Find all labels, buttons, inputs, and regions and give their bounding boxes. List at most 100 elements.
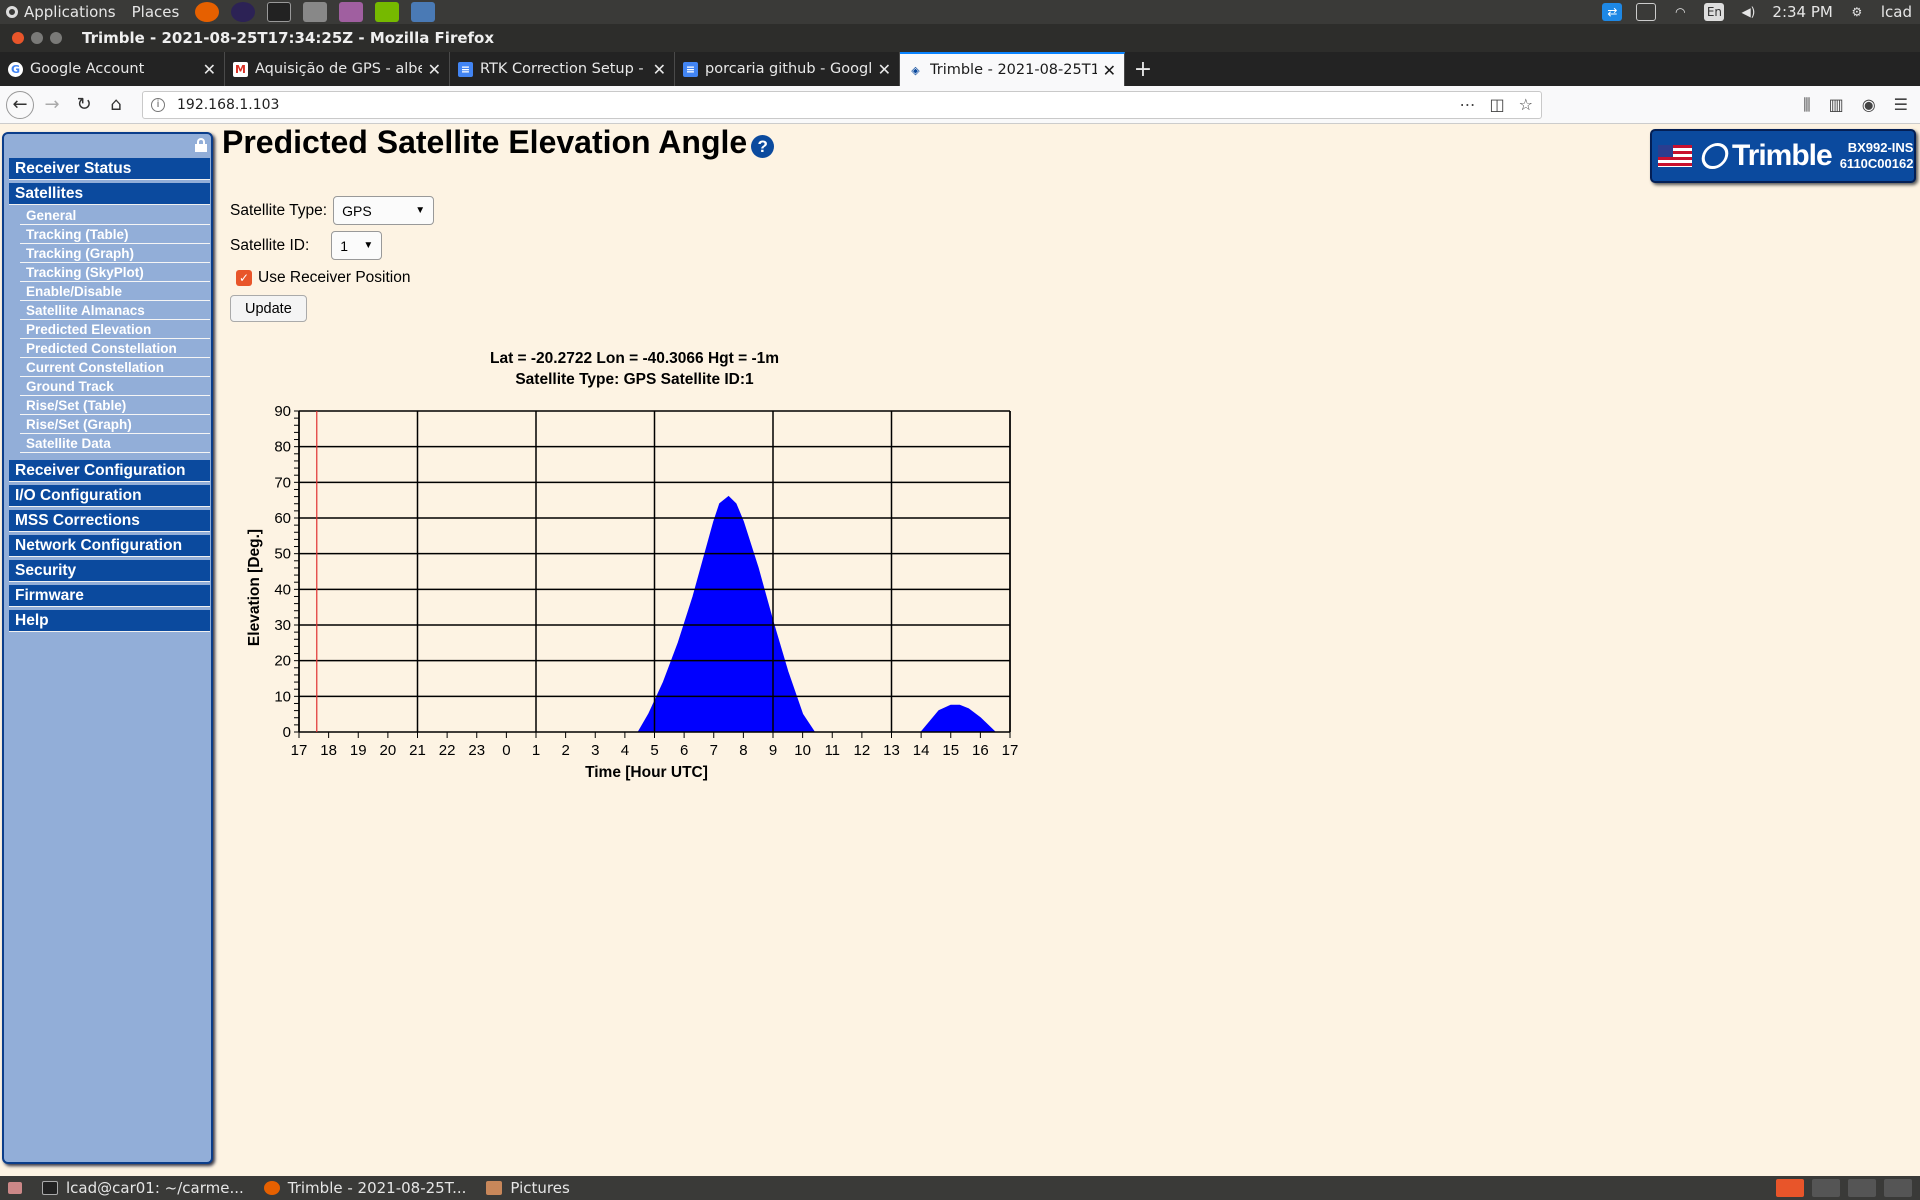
satellite-type-select[interactable]: GPS ▼ xyxy=(333,196,435,225)
tab-rtk-correction[interactable]: ≡ RTK Correction Setup - G ✕ xyxy=(450,52,675,86)
x-tick-label: 12 xyxy=(854,742,871,759)
x-tick-label: 13 xyxy=(883,742,900,759)
maximize-window-icon[interactable] xyxy=(50,32,62,44)
page-actions-icon[interactable]: ⋯ xyxy=(1460,95,1476,114)
use-receiver-position-checkbox[interactable]: ✓ xyxy=(236,270,252,286)
nav-receiver-configuration[interactable]: Receiver Configuration xyxy=(9,460,210,482)
lock-icon[interactable] xyxy=(195,138,207,152)
tab-gps-acquisition[interactable]: M Aquisição de GPS - alber ✕ xyxy=(225,52,450,86)
address-bar[interactable]: i 192.168.1.103 ⋯ ◫ ☆ xyxy=(142,90,1542,119)
nav-sat-tracking-skyplot[interactable]: Tracking (SkyPlot) xyxy=(20,264,210,282)
close-tab-icon[interactable]: ✕ xyxy=(653,60,666,79)
nav-sat-enable-disable[interactable]: Enable/Disable xyxy=(20,283,210,301)
page-title-text: Predicted Satellite Elevation Angle xyxy=(222,124,748,160)
use-receiver-position-label: Use Receiver Position xyxy=(258,269,411,286)
close-tab-icon[interactable]: ✕ xyxy=(203,60,216,79)
nav-receiver-status[interactable]: Receiver Status xyxy=(9,158,210,180)
nav-sat-tracking-table[interactable]: Tracking (Table) xyxy=(20,226,210,244)
close-window-icon[interactable] xyxy=(12,32,24,44)
x-tick-label: 18 xyxy=(320,742,337,759)
y-tick-label: 70 xyxy=(274,474,291,491)
close-tab-icon[interactable]: ✕ xyxy=(1103,61,1116,80)
url-text[interactable]: 192.168.1.103 xyxy=(177,97,279,113)
tab-label: Aquisição de GPS - alber xyxy=(255,61,422,77)
taskbar-item-terminal[interactable]: lcad@car01: ~/carme... xyxy=(42,1179,244,1197)
nav-mss-corrections[interactable]: MSS Corrections xyxy=(9,510,210,532)
tab-strip: G Google Account ✕ M Aquisição de GPS - … xyxy=(0,52,1920,86)
tab-trimble[interactable]: ◈ Trimble - 2021-08-25T17: ✕ xyxy=(900,52,1125,86)
tab-porcaria-github[interactable]: ≡ porcaria github - Google ✕ xyxy=(675,52,900,86)
applications-menu[interactable]: Applications xyxy=(6,3,132,21)
sidebar-toggle-icon[interactable]: ▥ xyxy=(1829,95,1844,115)
satellite-id-select[interactable]: 1 ▼ xyxy=(331,231,383,260)
nav-network-configuration[interactable]: Network Configuration xyxy=(9,535,210,557)
clock[interactable]: 2:34 PM xyxy=(1772,3,1832,21)
close-tab-icon[interactable]: ✕ xyxy=(878,60,891,79)
nav-sat-general[interactable]: General xyxy=(20,207,210,225)
site-info-icon[interactable]: i xyxy=(151,97,165,112)
page-title: Predicted Satellite Elevation Angle ? xyxy=(222,124,775,161)
nav-sat-tracking-graph[interactable]: Tracking (Graph) xyxy=(20,245,210,263)
nav-sat-riseset-table[interactable]: Rise/Set (Table) xyxy=(20,397,210,415)
taskbar-item-firefox[interactable]: Trimble - 2021-08-25T... xyxy=(263,1179,466,1197)
taskbar-item-pictures[interactable]: Pictures xyxy=(486,1179,570,1197)
close-tab-icon[interactable]: ✕ xyxy=(428,60,441,79)
terminal-launcher-icon[interactable] xyxy=(267,2,292,22)
home-button[interactable]: ⌂ xyxy=(102,91,130,119)
bottom-taskbar: lcad@car01: ~/carme... Trimble - 2021-08… xyxy=(0,1176,1920,1200)
elevation-area xyxy=(920,704,997,733)
workspace-indicator-2[interactable] xyxy=(1812,1179,1840,1197)
nav-firmware[interactable]: Firmware xyxy=(9,585,210,607)
workspace-indicator-3[interactable] xyxy=(1848,1179,1876,1197)
keyboard-indicator-icon[interactable] xyxy=(1636,3,1657,21)
minimize-window-icon[interactable] xyxy=(31,32,43,44)
nav-sat-ground-track[interactable]: Ground Track xyxy=(20,378,210,396)
y-tick-label: 40 xyxy=(274,581,291,598)
nav-sat-satellite-data[interactable]: Satellite Data xyxy=(20,435,210,453)
x-tick-label: 23 xyxy=(468,742,485,759)
show-desktop-icon[interactable] xyxy=(8,1182,22,1194)
media-launcher-icon[interactable] xyxy=(339,2,364,22)
teamviewer-indicator-icon[interactable]: ⇄ xyxy=(1602,3,1623,21)
menu-icon[interactable]: ☰ xyxy=(1894,95,1908,115)
x-tick-label: 14 xyxy=(913,742,930,759)
nav-help[interactable]: Help xyxy=(9,610,210,632)
nav-sat-predicted-elevation[interactable]: Predicted Elevation xyxy=(20,321,210,339)
eclipse-launcher-icon[interactable] xyxy=(231,2,256,22)
update-button[interactable]: Update xyxy=(230,295,307,322)
workspace-indicator-4[interactable] xyxy=(1884,1179,1912,1197)
x-tick-label: 10 xyxy=(794,742,811,759)
workspace-indicator-1[interactable] xyxy=(1776,1179,1804,1197)
terminal-icon xyxy=(42,1181,58,1195)
x-tick-label: 5 xyxy=(650,742,658,759)
reload-button[interactable]: ↻ xyxy=(70,91,98,119)
screenshot-launcher-icon[interactable] xyxy=(411,2,436,22)
nav-sat-current-constellation[interactable]: Current Constellation xyxy=(20,359,210,377)
firefox-launcher-icon[interactable] xyxy=(195,2,220,22)
nav-satellites[interactable]: Satellites xyxy=(9,183,210,205)
account-icon[interactable]: ◉ xyxy=(1862,95,1876,115)
nav-sat-predicted-constellation[interactable]: Predicted Constellation xyxy=(20,340,210,358)
nvidia-launcher-icon[interactable] xyxy=(375,2,400,22)
places-menu[interactable]: Places xyxy=(132,3,180,21)
x-tick-label: 3 xyxy=(591,742,599,759)
wifi-icon[interactable]: ◠ xyxy=(1670,3,1690,21)
settings-gear-icon[interactable]: ⚙ xyxy=(1847,3,1867,21)
nav-sat-riseset-graph[interactable]: Rise/Set (Graph) xyxy=(20,416,210,434)
x-tick-label: 9 xyxy=(769,742,777,759)
nav-io-configuration[interactable]: I/O Configuration xyxy=(9,485,210,507)
forward-button[interactable]: → xyxy=(38,91,66,119)
help-icon[interactable]: ? xyxy=(751,135,775,158)
tab-google-account[interactable]: G Google Account ✕ xyxy=(0,52,225,86)
back-button[interactable]: ← xyxy=(6,90,34,119)
pocket-icon[interactable]: ◫ xyxy=(1490,95,1505,114)
nav-security[interactable]: Security xyxy=(9,560,210,582)
new-tab-button[interactable]: + xyxy=(1125,52,1161,86)
keyboard-layout-indicator[interactable]: En xyxy=(1704,3,1725,21)
nav-sat-almanacs[interactable]: Satellite Almanacs xyxy=(20,302,210,320)
calculator-launcher-icon[interactable] xyxy=(303,2,328,22)
bookmark-star-icon[interactable]: ☆ xyxy=(1519,95,1533,114)
volume-icon[interactable]: ◀) xyxy=(1738,3,1758,21)
library-icon[interactable]: ⫼ xyxy=(1803,95,1810,115)
user-menu[interactable]: lcad xyxy=(1881,3,1912,21)
